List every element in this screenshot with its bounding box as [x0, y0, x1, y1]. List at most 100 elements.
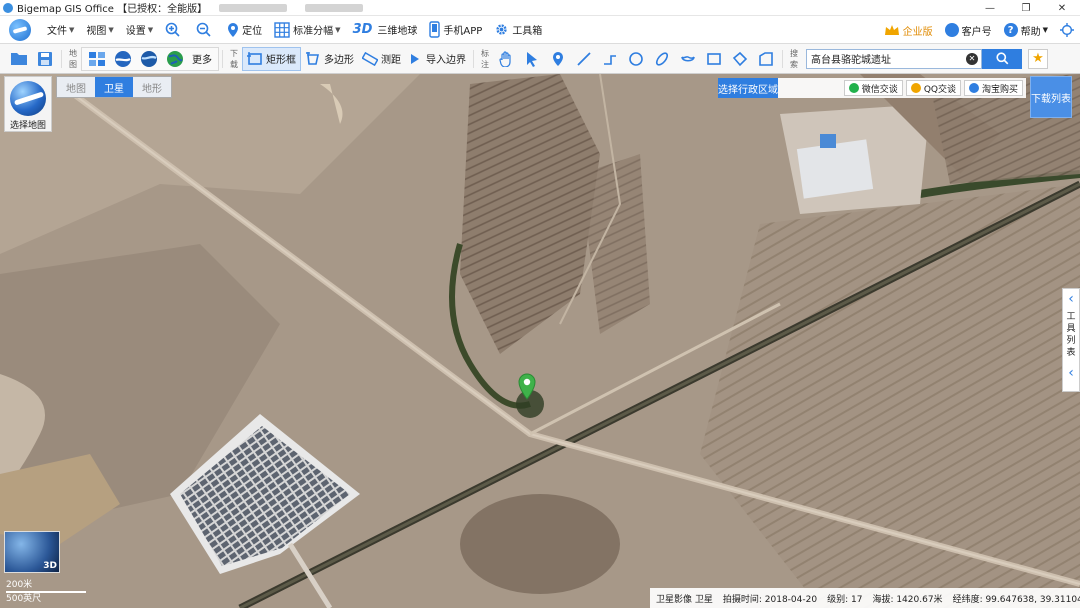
enterprise-badge[interactable]: 企业版 — [878, 23, 939, 38]
standard-sheet-menu[interactable]: 标准分幅 ▼ — [268, 16, 346, 44]
ruler-icon — [362, 51, 378, 66]
map-status-bar: 卫星影像 卫星 拍摄时间: 2018-04-20 级别: 17 海拔: 1420… — [650, 588, 1080, 608]
line-tool-button[interactable] — [571, 47, 597, 71]
search-box: ✕ ★ — [806, 48, 1048, 70]
circle-icon — [629, 51, 643, 66]
window-title: Bigemap GIS Office 【已授权：全能版】 — [17, 4, 208, 15]
map-source-4-button[interactable] — [162, 47, 188, 71]
map-group: 地图 更多 — [65, 46, 219, 71]
select-map-label: 选择地图 — [9, 121, 46, 131]
tag-icon — [732, 51, 748, 66]
caret-down-icon: ▼ — [108, 25, 114, 34]
region-icon — [759, 51, 773, 66]
customer-button[interactable]: 客户号 — [939, 23, 998, 38]
minimize-button[interactable]: — — [972, 0, 1008, 16]
circle-tool-button[interactable] — [623, 47, 649, 71]
save-icon — [38, 51, 52, 66]
earth-icon — [167, 50, 183, 67]
map-canvas[interactable]: 地图 卫星 地形 选择地图 选择行政区域 微信交谈 QQ交谈 淘宝购买 下载列表… — [0, 74, 1080, 608]
menu-file[interactable]: 文件 ▼ — [41, 16, 80, 44]
scale-line — [6, 591, 86, 593]
download-group: 下载 矩形框 多边形 测距 导入边界 — [226, 46, 470, 71]
main-toolbar: 地图 更多 下载 矩形框 多边形 测距 导入边界 标注 搜索 高台县骆驼城遗址 … — [0, 44, 1080, 74]
phone-icon — [429, 21, 441, 38]
caret-down-icon: ▼ — [147, 25, 154, 34]
folder-icon — [11, 53, 27, 65]
3d-icon: 3D — [352, 22, 373, 37]
close-button[interactable]: ✕ — [1044, 0, 1080, 16]
crown-icon — [884, 25, 899, 35]
window-controls: — ❐ ✕ — [972, 0, 1080, 16]
pan-tool-button[interactable] — [493, 47, 519, 71]
zoom-in-button[interactable] — [159, 16, 190, 44]
mobile-app-button[interactable]: 手机APP — [423, 16, 488, 44]
app-window: Bigemap GIS Office 【已授权：全能版】 — ❐ ✕ 文件 ▼ 视… — [0, 0, 1080, 608]
arc-tool-button[interactable] — [675, 47, 701, 71]
search-icon — [995, 52, 1008, 65]
scale-metric: 200米 — [6, 580, 33, 590]
location-pin-marker-icon[interactable] — [517, 373, 537, 401]
minimap-3d-label: 3D — [43, 561, 57, 571]
mark-group: 标注 — [477, 47, 779, 71]
import-boundary-button[interactable]: 导入边界 — [405, 47, 470, 71]
search-button[interactable] — [982, 48, 1022, 69]
globe-icon — [115, 50, 131, 67]
target-icon — [1060, 23, 1074, 37]
download-group-label: 下载 — [230, 48, 238, 69]
ellipse-tool-button[interactable] — [649, 47, 675, 71]
maximize-button[interactable]: ❐ — [1008, 0, 1044, 16]
map-type-tab-map[interactable]: 地图 — [57, 77, 95, 97]
clear-search-button[interactable]: ✕ — [966, 52, 978, 65]
map-type-tab-satellite[interactable]: 卫星 — [95, 77, 133, 97]
divider — [61, 49, 62, 68]
area-tool-button[interactable] — [753, 47, 779, 71]
download-list-button[interactable]: 下载列表 — [1030, 76, 1072, 118]
settings-extra-button[interactable] — [1054, 23, 1080, 37]
favorite-button[interactable]: ★ — [1028, 48, 1048, 69]
caret-down-icon: ▼ — [1042, 26, 1048, 34]
app-logo-icon — [3, 2, 13, 13]
taobao-icon — [968, 83, 979, 93]
rectangle-tool-button[interactable] — [701, 47, 727, 71]
contact-buttons: 微信交谈 QQ交谈 淘宝购买 — [843, 80, 1026, 96]
import-arrow-icon — [411, 53, 419, 64]
taobao-buy-button[interactable]: 淘宝购买 — [963, 80, 1023, 96]
polyline-tool-button[interactable] — [597, 47, 623, 71]
rectangle-select-button[interactable]: 矩形框 — [242, 46, 301, 71]
caret-down-icon: ▼ — [69, 25, 75, 34]
caret-down-icon: ▼ — [335, 25, 341, 34]
map-source-box: 更多 — [81, 46, 219, 71]
arc-icon — [681, 55, 695, 61]
tool-list-panel-toggle[interactable]: ‹ 工 具 列 表 ‹ — [1062, 288, 1080, 392]
grid-icon — [274, 21, 290, 38]
label-tool-button[interactable] — [727, 47, 753, 71]
locate-button[interactable]: 定位 — [221, 16, 268, 44]
toolbox-button[interactable]: 工具箱 — [488, 16, 548, 44]
menu-settings[interactable]: 设置 ▼ — [120, 16, 159, 44]
help-menu[interactable]: ? 帮助 ▼ — [998, 23, 1054, 38]
select-map-button[interactable]: 选择地图 — [4, 76, 52, 132]
altitude: 海拔: 1420.67米 — [872, 594, 943, 605]
select-region-button[interactable]: 选择行政区域 — [718, 78, 778, 98]
save-button[interactable] — [32, 47, 58, 71]
more-maps-button[interactable]: 更多 — [188, 47, 216, 71]
pointer-tool-button[interactable] — [519, 47, 545, 71]
zoom-out-button[interactable] — [190, 16, 221, 44]
polygon-select-button[interactable]: 多边形 — [301, 47, 358, 71]
measure-button[interactable]: 测距 — [358, 47, 405, 71]
map-source-2-button[interactable] — [110, 47, 136, 71]
wechat-chat-button[interactable]: 微信交谈 — [843, 80, 903, 96]
earth-3d-button[interactable]: 3D 三维地球 — [347, 16, 424, 44]
map-source-3-button[interactable] — [136, 47, 162, 71]
map-source-1-button[interactable] — [84, 47, 110, 71]
menu-view[interactable]: 视图 ▼ — [80, 16, 119, 44]
chevron-left-icon: ‹ — [1068, 291, 1074, 307]
search-input[interactable] — [806, 48, 982, 69]
minimap-3d[interactable]: 3D — [4, 531, 60, 573]
open-folder-button[interactable] — [6, 47, 32, 71]
marker-tool-button[interactable] — [545, 47, 571, 71]
map-type-tab-terrain[interactable]: 地形 — [133, 77, 171, 97]
qq-chat-button[interactable]: QQ交谈 — [905, 80, 961, 96]
qq-icon — [910, 83, 921, 93]
polygon-icon — [306, 51, 319, 65]
